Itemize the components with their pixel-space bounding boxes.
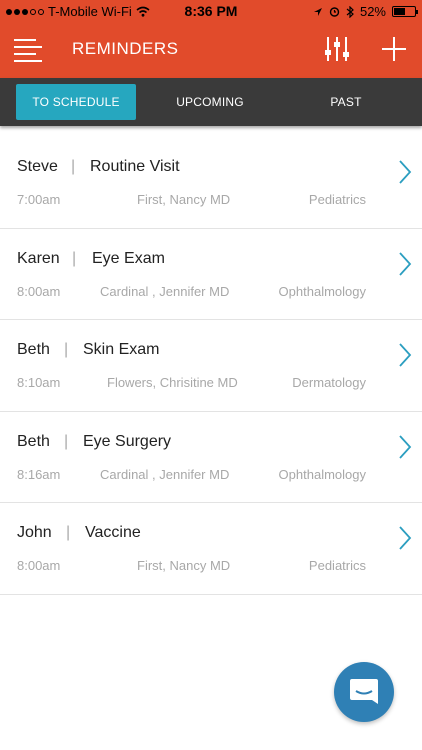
patient-name: Karen [17,249,60,267]
appointment-type: Eye Surgery [83,432,172,450]
battery-percent: 52% [359,4,386,19]
chevron-right-icon[interactable] [398,342,412,368]
department: Pediatrics [308,192,366,207]
status-bar: T-Mobile Wi-Fi 8:36 PM 52% [0,0,422,22]
doctor-name: First, Nancy MD [137,558,231,574]
doctor-name: Flowers, Chrisitine MD [107,375,238,391]
hamburger-icon[interactable] [14,36,42,62]
separator: | [64,432,69,450]
doctor-name: Cardinal , Jennifer MD [100,466,230,482]
appointment-type: Skin Exam [83,341,160,359]
department: Ophthalmology [278,466,366,482]
patient-name: John [17,524,52,542]
list-item[interactable]: Steve | Routine Visit 7:00am First, Nanc… [0,137,422,229]
separator: | [66,524,71,542]
chevron-right-icon[interactable] [398,159,412,185]
sliders-icon[interactable] [322,34,352,64]
appointment-type: Routine Visit [90,158,180,175]
doctor-name: Cardinal , Jennifer MD [100,283,230,299]
chat-bubble-icon [350,679,378,704]
patient-name: Beth [17,432,50,450]
doctor-name: First, Nancy MD [137,192,231,207]
list-item[interactable]: Karen | Eye Exam 8:00am Cardinal , Jenni… [0,229,422,321]
separator: | [64,341,69,359]
department: Pediatrics [308,558,366,574]
tab-bar: TO SCHEDULE UPCOMING PAST [0,78,422,126]
location-arrow-icon [313,7,322,16]
appointment-time: 8:10am [17,375,61,391]
reminder-list: Steve | Routine Visit 7:00am First, Nanc… [0,137,422,595]
appointment-type: Eye Exam [92,249,165,267]
page-title: REMINDERS [72,39,179,58]
list-item[interactable]: Beth | Skin Exam 8:10am Flowers, Chrisit… [0,320,422,412]
department: Ophthalmology [278,283,366,299]
bluetooth-icon [346,5,354,18]
patient-name: Steve [17,158,58,175]
list-item[interactable]: Beth | Eye Surgery 8:16am Cardinal , Jen… [0,412,422,504]
separator: | [72,249,77,267]
appointment-time: 8:00am [17,558,61,574]
battery-icon [392,6,418,17]
appointment-type: Vaccine [85,524,141,542]
alarm-icon [329,7,340,17]
tab-upcoming[interactable]: UPCOMING [150,84,270,120]
app-header: REMINDERS [0,22,422,78]
tab-to-schedule[interactable]: TO SCHEDULE [16,84,136,120]
list-item[interactable]: John | Vaccine 8:00am First, Nancy MD Pe… [0,503,422,595]
appointment-time: 7:00am [17,192,61,207]
chevron-right-icon[interactable] [398,251,412,277]
separator: | [71,158,76,175]
tab-past[interactable]: PAST [286,84,406,120]
status-right: 52% [313,4,418,19]
chevron-right-icon[interactable] [398,525,412,551]
appointment-time: 8:00am [17,283,61,299]
chevron-right-icon[interactable] [398,434,412,460]
appointment-time: 8:16am [17,466,61,482]
plus-icon[interactable] [380,35,408,63]
chat-button[interactable] [334,662,394,722]
department: Dermatology [292,375,366,391]
patient-name: Beth [17,341,50,359]
